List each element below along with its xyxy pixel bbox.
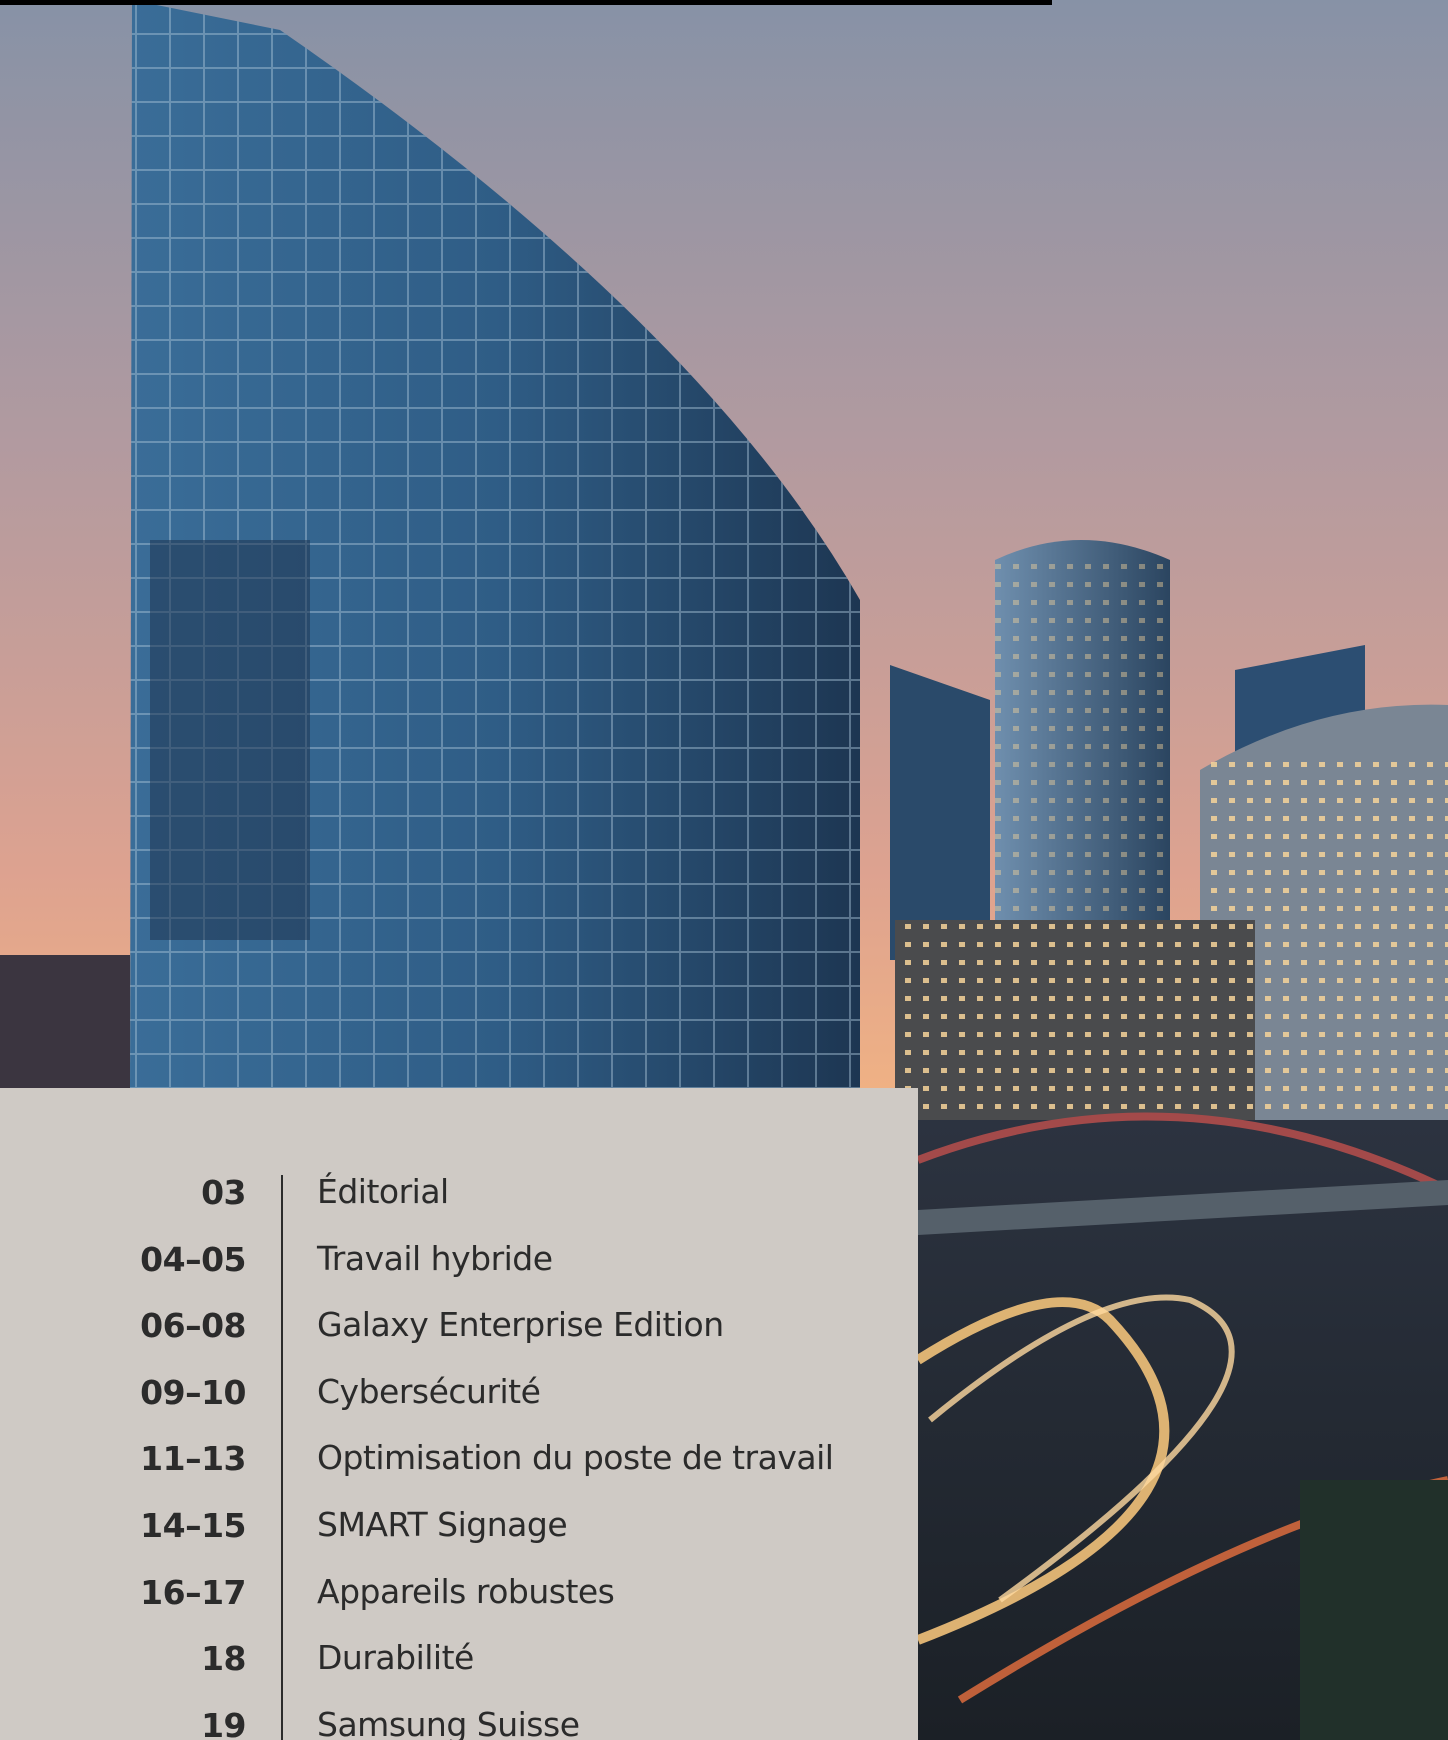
toc-page-number: 11–13: [140, 1439, 246, 1479]
toc-page-number: 09–10: [140, 1372, 246, 1412]
toc-page-number: 14–15: [140, 1505, 246, 1545]
cylindrical-tower-lights: [995, 560, 1170, 950]
toc-title: Appareils robustes: [317, 1571, 615, 1611]
toc-item[interactable]: 09–10 Cybersécurité: [0, 1363, 918, 1430]
toc-page-number: 18: [201, 1639, 246, 1679]
toc-page-number: 06–08: [140, 1306, 246, 1346]
toc-title: Cybersécurité: [317, 1371, 541, 1411]
top-rule: [0, 0, 1052, 5]
toc-item[interactable]: 14–15 SMART Signage: [0, 1496, 918, 1563]
toc-title: Travail hybride: [317, 1238, 553, 1278]
toc-title: Éditorial: [317, 1172, 449, 1211]
toc-item[interactable]: 11–13 Optimisation du poste de travail: [0, 1429, 918, 1496]
toc-item[interactable]: 06–08 Galaxy Enterprise Edition: [0, 1296, 918, 1363]
toc-page-number: 19: [201, 1705, 246, 1740]
toc-title: Galaxy Enterprise Edition: [317, 1305, 724, 1345]
toc-item[interactable]: 19 Samsung Suisse: [0, 1696, 918, 1740]
toc-title: Samsung Suisse: [317, 1704, 580, 1740]
brochure-page: 03 Éditorial 04–05 Travail hybride 06–08…: [0, 0, 1448, 1740]
trees: [1300, 1480, 1448, 1740]
distant-building: [0, 955, 130, 1095]
toc-item[interactable]: 03 Éditorial: [0, 1163, 918, 1230]
tower-reflection: [150, 540, 310, 940]
toc-item[interactable]: 16–17 Appareils robustes: [0, 1563, 918, 1630]
toc-title: Durabilité: [317, 1638, 474, 1678]
table-of-contents: 03 Éditorial 04–05 Travail hybride 06–08…: [0, 1163, 918, 1740]
toc-page-number: 16–17: [140, 1572, 246, 1612]
slanted-tower: [890, 665, 990, 960]
toc-page-number: 04–05: [140, 1239, 246, 1279]
toc-title: SMART Signage: [317, 1504, 568, 1544]
toc-item[interactable]: 04–05 Travail hybride: [0, 1230, 918, 1297]
toc-item[interactable]: 18 Durabilité: [0, 1629, 918, 1696]
toc-page-number: 03: [201, 1173, 246, 1212]
toc-title: Optimisation du poste de travail: [317, 1438, 834, 1478]
lit-glass-block-lights: [895, 920, 1255, 1120]
